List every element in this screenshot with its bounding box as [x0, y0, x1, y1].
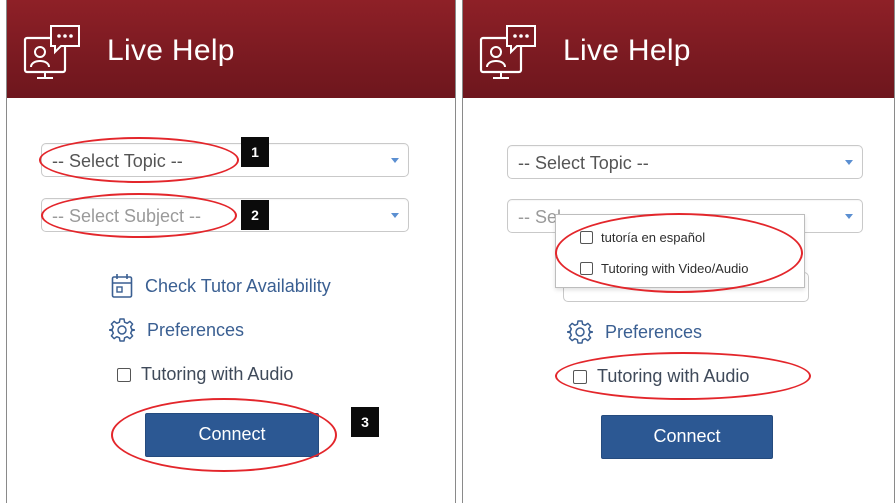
subject-select-value: -- Select Subject -- — [52, 206, 202, 226]
topic-select[interactable]: -- Select Topic -- — [41, 143, 409, 177]
check-tutor-availability-label: Check Tutor Availability — [145, 275, 331, 296]
dropdown-caret-icon — [391, 213, 399, 218]
dropdown-caret-icon — [845, 214, 853, 219]
step-badge-3: 3 — [351, 407, 379, 437]
audio-option-label: Tutoring with Audio — [597, 366, 750, 386]
preferences-link[interactable]: Preferences — [567, 319, 702, 345]
live-help-chat-icon — [23, 25, 80, 79]
gear-icon — [567, 320, 593, 344]
connect-button[interactable]: Connect — [601, 415, 773, 459]
live-help-panel-left: Live Help -- Select Topic -- -- Select S… — [6, 0, 456, 503]
option-label: tutoría en español — [601, 230, 706, 245]
connect-button[interactable]: Connect — [145, 413, 319, 457]
preferences-link[interactable]: Preferences — [109, 317, 244, 343]
preferences-options-menu: tutoría en español Tutoring with Video/A… — [555, 214, 805, 288]
spanish-tutoring-checkbox[interactable] — [580, 231, 593, 244]
check-tutor-availability-link[interactable]: Check Tutor Availability — [111, 273, 331, 299]
app-title: Live Help — [107, 34, 235, 67]
gear-icon — [109, 318, 135, 342]
video-audio-checkbox[interactable] — [580, 262, 593, 275]
calendar-icon — [111, 274, 133, 298]
option-tutoring-with-video-audio[interactable]: Tutoring with Video/Audio — [580, 261, 748, 276]
topic-select-value: -- Select Topic -- — [52, 151, 183, 171]
audio-option-label: Tutoring with Audio — [141, 364, 294, 384]
step-badge-2: 2 — [241, 200, 269, 230]
tutoring-with-audio-option[interactable]: Tutoring with Audio — [117, 364, 293, 385]
audio-checkbox[interactable] — [573, 369, 587, 384]
step-badge-1: 1 — [241, 137, 269, 167]
topic-select[interactable]: -- Select Topic -- — [507, 145, 863, 179]
option-label: Tutoring with Video/Audio — [601, 261, 749, 276]
topic-select-value: -- Select Topic -- — [518, 153, 649, 173]
preferences-label: Preferences — [147, 319, 245, 340]
audio-checkbox[interactable] — [117, 367, 131, 382]
dropdown-caret-icon — [391, 158, 399, 163]
dropdown-caret-icon — [845, 160, 853, 165]
header-bar: Live Help — [7, 0, 455, 98]
option-tutoria-en-espanol[interactable]: tutoría en español — [580, 230, 705, 245]
live-help-chat-icon — [479, 25, 536, 79]
app-title: Live Help — [563, 34, 691, 67]
subject-select[interactable]: -- Select Subject -- — [41, 198, 409, 232]
preferences-label: Preferences — [605, 321, 703, 342]
live-help-panel-right: Live Help -- Select Topic -- -- Sel tuto… — [462, 0, 895, 503]
header-bar: Live Help — [463, 0, 894, 98]
tutoring-with-audio-option[interactable]: Tutoring with Audio — [573, 366, 749, 387]
